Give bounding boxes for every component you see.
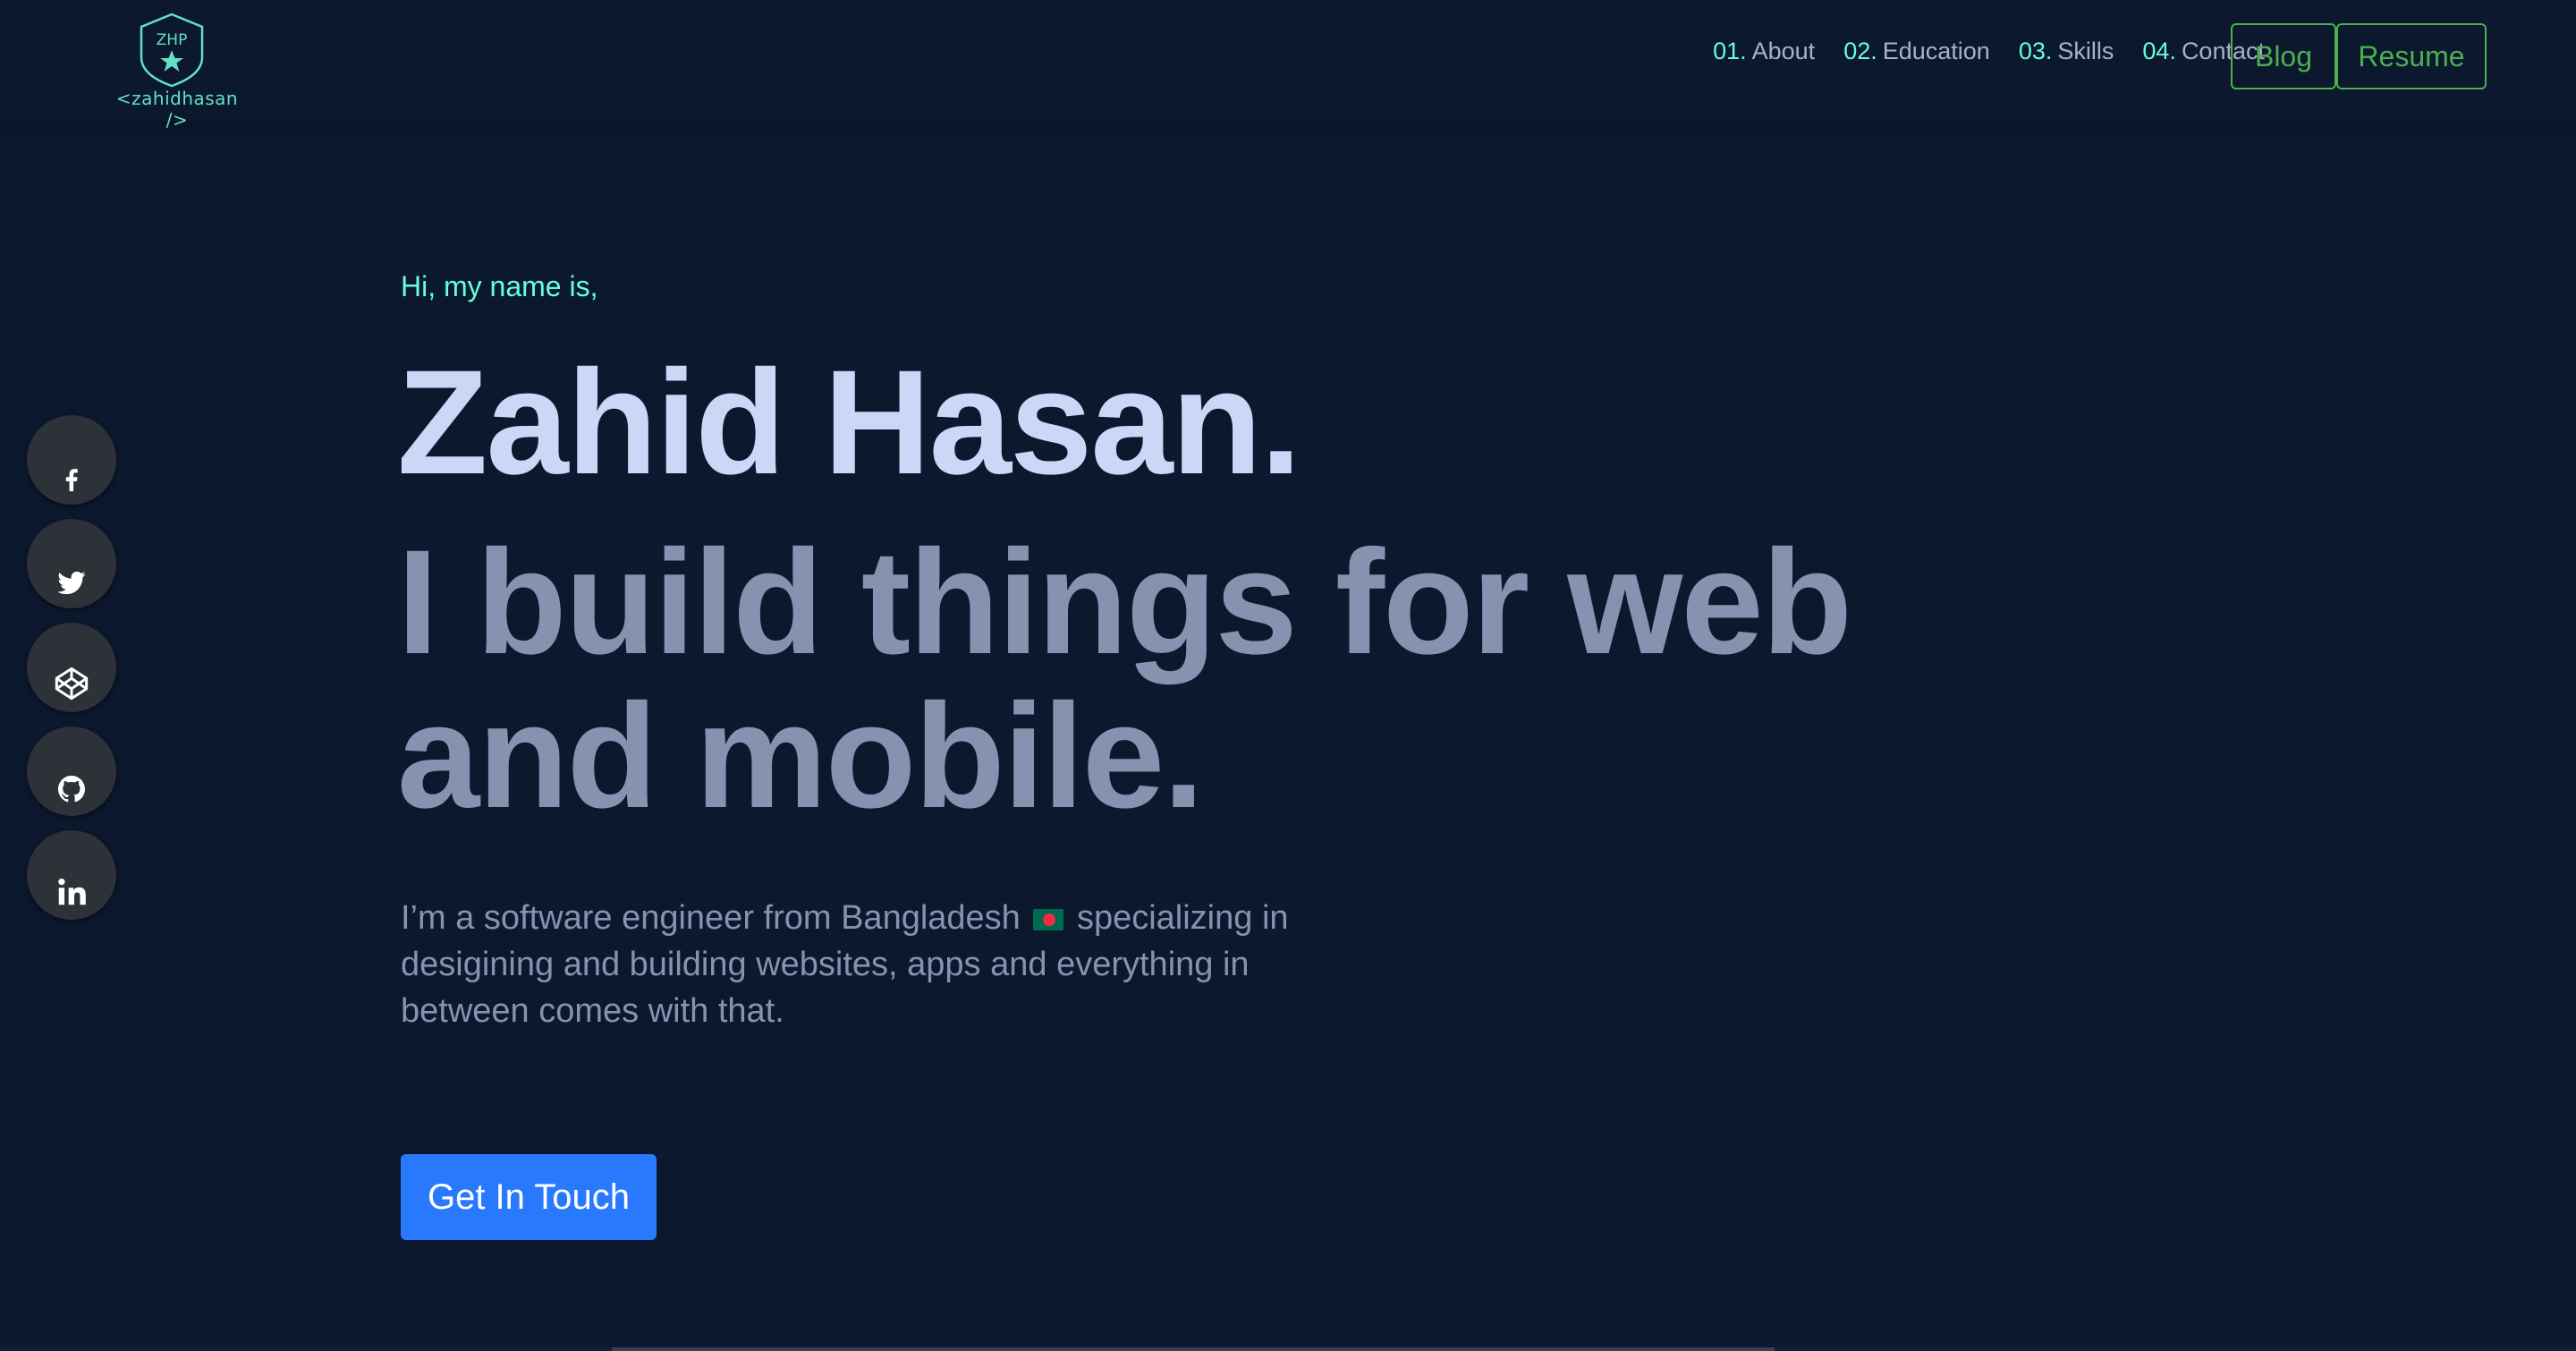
github-icon [58,776,85,803]
logo[interactable]: ZHP <zahidhasan /> [114,13,240,131]
nav-item-label: About [1751,38,1816,64]
page: ZHP <zahidhasan /> 01. About 02. Education… [0,0,2576,1351]
nav-item-skills[interactable]: 03. Skills [2019,38,2114,65]
logo-text: <zahidhasan /> [115,88,239,131]
blog-button[interactable]: Blog [2231,23,2336,89]
twitter-icon [57,571,86,595]
codepen-icon [55,667,89,701]
hero-name: Zahid Hasan. [397,340,1301,506]
nav-item-about[interactable]: 01. About [1713,38,1815,65]
horizontal-scrollbar[interactable] [612,1347,1775,1351]
shield-logo-icon: ZHP [140,13,204,88]
nav-item-education[interactable]: 02. Education [1843,38,1990,65]
nav-item-number: 02. [1843,38,1877,64]
hero-tagline: I build things for web and mobile. [397,520,1852,839]
facebook-icon [65,469,78,492]
nav-item-number: 04. [2142,38,2176,64]
nav-item-label: Education [1882,38,1990,64]
main-nav: 01. About 02. Education 03. Skills 04. Conta… [1684,38,2265,65]
nav-item-number: 01. [1713,38,1747,64]
social-link-linkedin[interactable] [27,830,116,920]
linkedin-icon [58,878,86,905]
hero-intro: Hi, my name is, [401,270,598,302]
get-in-touch-button[interactable]: Get In Touch [401,1154,657,1240]
nav-item-number: 03. [2018,38,2053,64]
social-link-twitter[interactable] [27,519,116,608]
nav-item-label: Skills [2057,38,2114,64]
social-link-codepen[interactable] [27,623,116,712]
header: ZHP <zahidhasan /> 01. About 02. Education… [0,0,2576,131]
social-link-github[interactable] [27,726,116,816]
bangladesh-flag-icon [1033,908,1064,930]
hero-description: I’m a software engineer from Bangladesh … [401,895,1349,1034]
resume-button[interactable]: Resume [2336,23,2487,89]
logo-initials: ZHP [157,31,188,49]
hero-description-part1: I’m a software engineer from Bangladesh [401,899,1021,937]
social-link-facebook[interactable] [27,415,116,505]
